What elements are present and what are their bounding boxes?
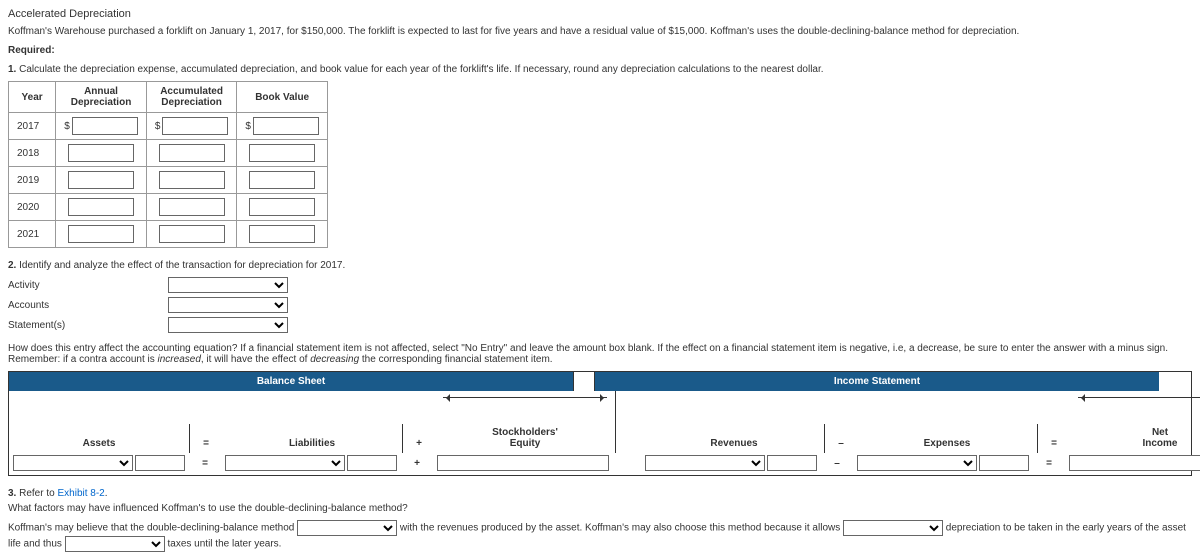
year-cell: 2020 [9,194,56,221]
accum-dep-input-2021[interactable] [159,225,225,243]
q3-period: . [105,488,108,499]
col-annual: Annual Depreciation [56,82,147,113]
net-income-amount-input[interactable] [1069,455,1200,471]
exhibit-link[interactable]: Exhibit 8-2 [57,488,104,499]
annual-dep-input-2018[interactable] [68,144,134,162]
liabilities-account-select[interactable] [225,455,345,471]
activity-label: Activity [8,280,168,291]
net-arrow-icon [1078,397,1200,398]
activity-select[interactable] [168,277,288,293]
se-arrow-icon [443,397,607,398]
book-value-input-2021[interactable] [249,225,315,243]
book-value-input-2020[interactable] [249,198,315,216]
equals-sign-1: = [190,424,222,453]
book-value-input-2019[interactable] [249,171,315,189]
minus-sign-b: – [821,456,853,471]
table-row: 2020 [9,194,328,221]
equals-sign-2: = [1038,424,1070,453]
page-title: Accelerated Depreciation [8,8,1192,20]
assets-col-header: Assets [9,424,190,453]
year-cell: 2017 [9,113,56,140]
q3-refer-text: Refer to [19,488,57,499]
accounts-select[interactable] [168,297,288,313]
equation-intro: How does this entry affect the accountin… [8,343,1192,365]
q2-text: Identify and analyze the effect of the t… [19,260,345,271]
book-value-input-2018[interactable] [249,144,315,162]
revenues-account-select[interactable] [645,455,765,471]
q3-blank-1-select[interactable] [297,520,397,536]
col-year: Year [9,82,56,113]
q1-text: Calculate the depreciation expense, accu… [19,64,823,75]
table-row: 2019 [9,167,328,194]
liabilities-col-header: Liabilities [222,424,403,453]
annual-dep-input-2020[interactable] [68,198,134,216]
q2-number: 2. [8,260,16,271]
stockholders-equity-amount-input[interactable] [437,455,609,471]
revenues-col-header: Revenues [644,424,825,453]
book-value-input-2017[interactable] [253,117,319,135]
minus-sign: – [825,424,857,453]
equals-sign-2b: = [1033,456,1065,471]
revenues-amount-input[interactable] [767,455,817,471]
required-label: Required: [8,45,1192,56]
annual-dep-input-2021[interactable] [68,225,134,243]
col-accum: Accumulated Depreciation [146,82,237,113]
q1-number: 1. [8,64,16,75]
equals-sign-1b: = [189,456,221,471]
q3-blank-3-select[interactable] [65,536,165,552]
q3-prompt: What factors may have influenced Koffman… [8,503,1192,514]
section-gap-b [613,461,641,465]
statements-select[interactable] [168,317,288,333]
year-cell: 2019 [9,167,56,194]
table-row: 2018 [9,140,328,167]
accum-dep-input-2020[interactable] [159,198,225,216]
net-income-col-header: Net Income [1070,391,1200,453]
plus-sign-b: + [401,456,433,471]
table-row: 2017$$$ [9,113,328,140]
year-cell: 2021 [9,221,56,248]
expenses-amount-input[interactable] [979,455,1029,471]
question-3: 3. Refer to Exhibit 8-2. What factors ma… [8,488,1192,552]
plus-sign: + [403,424,435,453]
q3-number: 3. [8,488,16,499]
stockholders-equity-col-header: Stockholders' Equity [435,391,616,453]
q3-fill-sentence: Koffman's may believe that the double-de… [8,520,1192,552]
section-gap [616,435,644,453]
accounts-label: Accounts [8,300,168,311]
balance-sheet-header: Balance Sheet [9,372,574,391]
depreciation-table: Year Annual Depreciation Accumulated Dep… [8,81,328,248]
annual-dep-input-2019[interactable] [68,171,134,189]
liabilities-amount-input[interactable] [347,455,397,471]
income-statement-header: Income Statement [595,372,1159,391]
assets-amount-input[interactable] [135,455,185,471]
accum-dep-input-2018[interactable] [159,144,225,162]
statements-label: Statement(s) [8,320,168,331]
table-row: 2021 [9,221,328,248]
col-bv: Book Value [237,82,328,113]
question-2: 2. Identify and analyze the effect of th… [8,260,1192,271]
year-cell: 2018 [9,140,56,167]
intro-paragraph: Koffman's Warehouse purchased a forklift… [8,26,1192,37]
expenses-account-select[interactable] [857,455,977,471]
accounting-equation-grid: Balance Sheet Income Statement Assets = … [8,371,1192,476]
header-gap [574,372,595,391]
expenses-col-header: Expenses [857,424,1038,453]
annual-dep-input-2017[interactable] [72,117,138,135]
q2-analysis-grid: Activity Accounts Statement(s) [8,277,1192,333]
accum-dep-input-2017[interactable] [162,117,228,135]
question-1: 1. Calculate the depreciation expense, a… [8,64,1192,75]
assets-account-select[interactable] [13,455,133,471]
accum-dep-input-2019[interactable] [159,171,225,189]
q3-blank-2-select[interactable] [843,520,943,536]
